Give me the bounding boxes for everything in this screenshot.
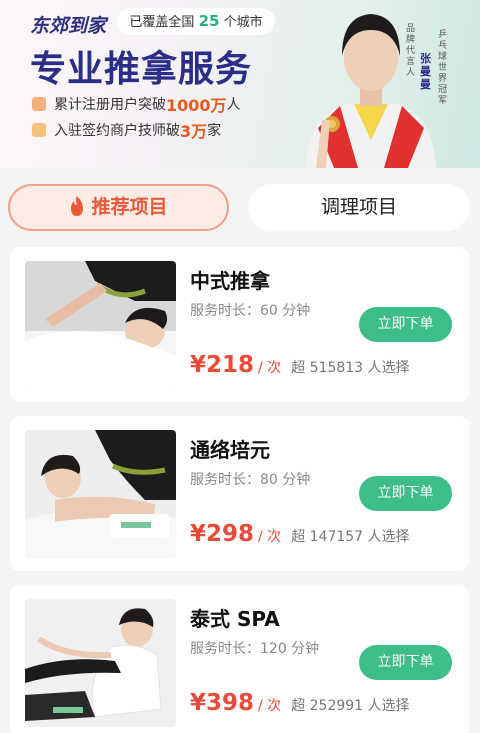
brand-logo-text: 东郊到家 — [30, 15, 107, 37]
coverage-number: 25 — [198, 12, 220, 30]
coverage-suffix: 个城市 — [223, 15, 263, 30]
price-row: ¥218 / 次 超 515813 人选择 — [190, 352, 410, 378]
tab-conditioning-label: 调理项目 — [320, 196, 397, 218]
price-row: ¥298 / 次 超 147157 人选择 — [190, 521, 410, 547]
service-card[interactable]: 泰式 SPA 服务时长：120 分钟 立即下单 ¥398 / 次 超 25299… — [10, 585, 469, 733]
tab-conditioning[interactable]: 调理项目 — [248, 184, 470, 231]
tab-recommended-label: 推荐项目 — [91, 196, 168, 218]
stat2-suffix: 家 — [207, 123, 222, 139]
service-card[interactable]: 通络培元 服务时长：80 分钟 立即下单 ¥298 / 次 超 147157 人… — [10, 416, 469, 571]
service-price: ¥218 — [190, 352, 255, 378]
service-image-thai-spa — [25, 599, 176, 727]
stat1-number: 1000万 — [166, 96, 227, 115]
chosen-count: 超 147157 人选择 — [291, 529, 410, 545]
service-name: 中式推拿 — [190, 269, 270, 293]
coverage-badge: 已覆盖全国 25 个城市 — [117, 8, 275, 35]
stat-signed-merchants: 入驻签约商户技师破 3万 家 — [32, 118, 221, 142]
store-icon — [32, 123, 46, 137]
users-icon — [32, 97, 46, 111]
flame-icon — [71, 196, 84, 216]
endorser-title: 乒乓球世界冠军 — [438, 30, 448, 106]
service-duration: 服务时长：120 分钟 — [190, 641, 320, 657]
price-unit: / 次 — [258, 698, 282, 714]
stat1-suffix: 人 — [226, 97, 241, 113]
order-now-button[interactable]: 立即下单 — [359, 307, 452, 342]
service-duration: 服务时长：60 分钟 — [190, 303, 311, 319]
service-price: ¥298 — [190, 521, 255, 547]
endorser-tag: 品牌代言人 — [406, 24, 416, 78]
promo-banner[interactable]: 东郊到家 已覆盖全国 25 个城市 专业推拿服务 累计注册用户突破 1000万 … — [0, 0, 480, 168]
chosen-count: 超 515813 人选择 — [291, 360, 410, 376]
service-image-massage — [25, 261, 176, 389]
service-name: 泰式 SPA — [190, 607, 280, 631]
coverage-prefix: 已覆盖全国 — [129, 15, 195, 30]
service-duration: 服务时长：80 分钟 — [190, 472, 311, 488]
price-unit: / 次 — [258, 529, 282, 545]
price-unit: / 次 — [258, 360, 282, 376]
endorser-name: 张曼曼 — [420, 52, 431, 91]
stat1-prefix: 累计注册用户突破 — [54, 97, 166, 113]
service-card[interactable]: 中式推拿 服务时长：60 分钟 立即下单 ¥218 / 次 超 515813 人… — [10, 247, 469, 402]
tab-recommended[interactable]: 推荐项目 — [8, 184, 229, 231]
service-name: 通络培元 — [190, 438, 270, 462]
stat2-prefix: 入驻签约商户技师破 — [54, 123, 180, 139]
price-row: ¥398 / 次 超 252991 人选择 — [190, 690, 410, 716]
chosen-count: 超 252991 人选择 — [291, 698, 410, 714]
stat-registered-users: 累计注册用户突破 1000万 人 — [32, 92, 241, 116]
stat2-number: 3万 — [180, 122, 208, 141]
banner-headline: 专业推拿服务 — [30, 49, 253, 90]
service-image-meridian — [25, 430, 176, 558]
order-now-button[interactable]: 立即下单 — [359, 645, 452, 680]
service-price: ¥398 — [190, 690, 255, 716]
order-now-button[interactable]: 立即下单 — [359, 476, 452, 511]
